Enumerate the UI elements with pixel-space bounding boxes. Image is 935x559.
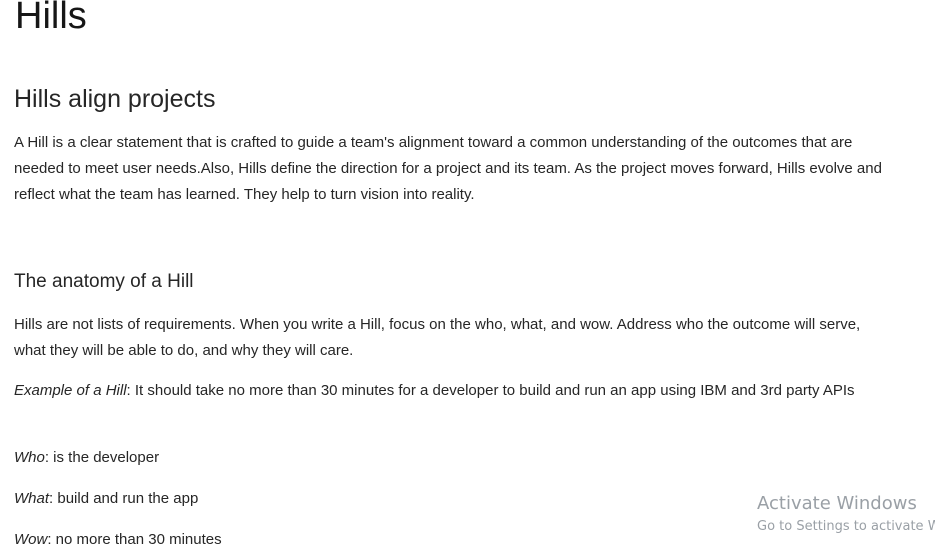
activate-windows-title: Activate Windows (757, 493, 917, 514)
what-paragraph: What: build and run the app (14, 486, 198, 512)
example-paragraph: Example of a Hill: It should take no mor… (14, 378, 884, 404)
page: Hills Hills align projects A Hill is a c… (0, 0, 935, 559)
hills-align-paragraph: A Hill is a clear statement that is craf… (14, 134, 882, 203)
wow-text: : no more than 30 minutes (47, 531, 222, 548)
example-label: Example of a Hill (14, 382, 127, 399)
who-paragraph: Who: is the developer (14, 445, 159, 471)
page-title: Hills (15, 0, 87, 37)
section-heading-anatomy: The anatomy of a Hill (14, 271, 194, 292)
wow-label: Wow (14, 531, 48, 548)
activate-windows-watermark: Activate Windows Go to Settings to activ… (757, 492, 935, 538)
example-text: : It should take no more than 30 minutes… (126, 382, 855, 399)
what-text: : build and run the app (49, 490, 199, 507)
anatomy-paragraph: Hills are not lists of requirements. Whe… (14, 316, 861, 359)
wow-paragraph: Wow: no more than 30 minutes (14, 527, 222, 553)
what-label: What (14, 490, 50, 507)
section-heading-hills-align: Hills align projects (14, 85, 216, 113)
who-label: Who (14, 449, 45, 466)
who-text: : is the developer (44, 449, 160, 466)
activate-windows-subtitle: Go to Settings to activate Windows. (757, 519, 935, 534)
